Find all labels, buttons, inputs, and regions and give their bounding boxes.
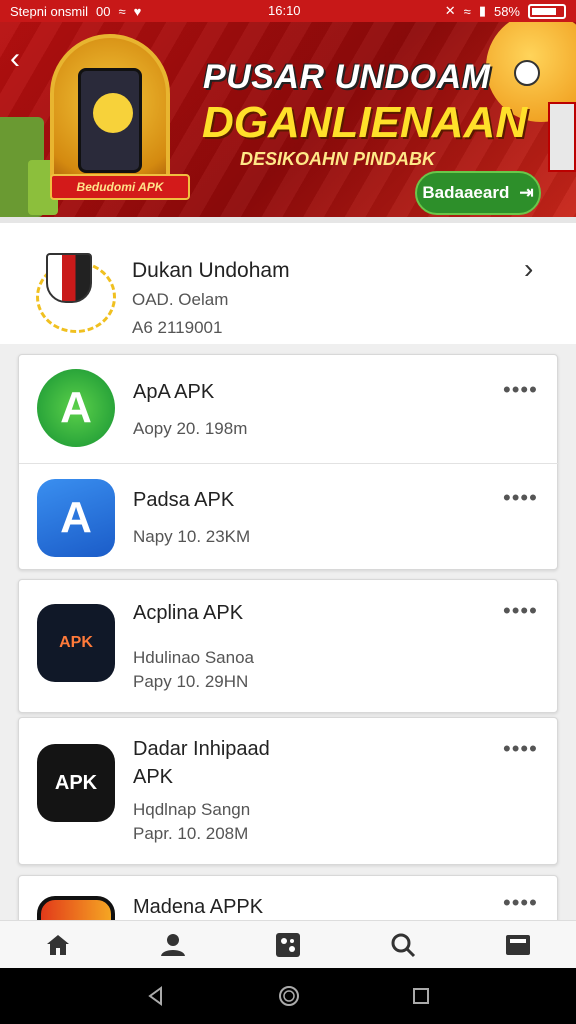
- featured-line-1: OAD. Oelam: [132, 290, 229, 309]
- more-options-icon[interactable]: ••••: [503, 892, 538, 914]
- orange-x-icon: APK: [37, 604, 115, 682]
- recents-icon[interactable]: [411, 986, 431, 1006]
- bluetooth-icon: ✕: [444, 3, 456, 18]
- list-item[interactable]: A ApA APK Aopy 20. 198m ••••: [19, 355, 559, 463]
- status-bar: Stepni onsmil 00 ≈ ♥ 16:10 ✕ ≈ ▮ 58%: [0, 0, 576, 22]
- system-nav: [0, 968, 576, 1024]
- wifi-icon: ≈: [118, 3, 126, 19]
- more-options-icon[interactable]: ••••: [503, 487, 538, 509]
- more-options-icon[interactable]: ••••: [503, 379, 538, 401]
- bottom-nav: [0, 920, 576, 968]
- list-item[interactable]: APK Acplina APK Hdulinao Sanoa Papy 10. …: [19, 580, 559, 714]
- home-icon: [46, 934, 69, 955]
- app-name: ApA APK: [133, 381, 215, 403]
- apps-icon: [276, 932, 300, 957]
- nav-search[interactable]: [346, 921, 461, 968]
- signal-icon: ≈: [463, 3, 471, 19]
- download-arrow-icon: ⇥: [519, 183, 534, 202]
- nav-apps[interactable]: [230, 921, 345, 968]
- back-icon[interactable]: [145, 985, 167, 1007]
- featured-line-2: A6 2119001: [132, 318, 223, 337]
- app-meta: Aopy 20. 198m: [133, 419, 248, 438]
- featured-title: Dukan Undoham: [132, 259, 290, 282]
- app-meta-2: Papr. 10. 208M: [133, 824, 249, 843]
- more-options-icon[interactable]: ••••: [503, 738, 538, 760]
- chevron-right-icon[interactable]: ›: [524, 253, 533, 285]
- status-time: 16:10: [268, 3, 301, 18]
- featured-item[interactable]: Dukan Undoham OAD. Oelam A6 2119001 ›: [0, 217, 576, 344]
- app-name: Dadar Inhipaad: [133, 738, 270, 760]
- home-button-icon[interactable]: [277, 984, 301, 1008]
- heart-icon: ♥: [133, 3, 142, 19]
- app-meta-2: Papy 10. 29HN: [133, 672, 249, 691]
- list-item[interactable]: APK Dadar Inhipaad APK Hqdlnap Sangn Pap…: [19, 718, 559, 866]
- battery-saver-icon: ▮: [478, 3, 486, 18]
- downloads-icon: [506, 934, 531, 955]
- blue-a-icon: A: [37, 479, 115, 557]
- app-meta: Hqdlnap Sangn: [133, 800, 251, 819]
- app-name: Madena APPK: [133, 896, 264, 918]
- app-card: A ApA APK Aopy 20. 198m •••• A Padsa APK…: [18, 354, 559, 571]
- featured-logo-icon: [36, 249, 116, 333]
- list-item[interactable]: Madena APPK ••••: [19, 876, 559, 920]
- banner-ribbon: Bedudomi APK: [50, 174, 190, 200]
- banner-subtitle: DESIKOAHN PINDABK: [240, 149, 436, 169]
- banner-title-2: DGANLIENAAN: [202, 98, 528, 147]
- battery-icon: [528, 3, 566, 19]
- banner-download-label: Badaaeard: [422, 183, 510, 202]
- red-app-icon: [37, 896, 115, 920]
- pen-apk-icon: APK: [37, 744, 115, 822]
- app-meta: Hdulinao Sanoa: [133, 648, 254, 667]
- app-name: Acplina APK: [133, 602, 244, 624]
- back-arrow-icon[interactable]: ‹: [10, 44, 20, 74]
- app-meta: Napy 10. 23KM: [133, 527, 251, 546]
- nav-downloads[interactable]: [461, 921, 576, 968]
- more-options-icon[interactable]: ••••: [503, 600, 538, 622]
- profile-icon: [160, 933, 185, 956]
- promo-banner[interactable]: Bedudomi APK ‹ PUSAR UNDOAM DGANLIENAAN …: [0, 22, 576, 217]
- app-card: APK Dadar Inhipaad APK Hqdlnap Sangn Pap…: [18, 717, 558, 865]
- app-list[interactable]: Dukan Undoham OAD. Oelam A6 2119001 › A …: [0, 217, 576, 920]
- box-art-right: [548, 102, 576, 172]
- list-item[interactable]: A Padsa APK Napy 10. 23KM ••••: [19, 463, 559, 571]
- app-name-2: APK: [133, 766, 174, 788]
- battery-percent: 58%: [493, 3, 520, 19]
- banner-title: PUSAR UNDOAM: [203, 58, 491, 96]
- nav-home[interactable]: [0, 921, 115, 968]
- app-card: APK Acplina APK Hdulinao Sanoa Papy 10. …: [18, 579, 558, 713]
- banner-download-button[interactable]: Badaaeard ⇥: [415, 171, 541, 215]
- app-name: Padsa APK: [133, 489, 235, 511]
- green-a-icon: A: [37, 369, 115, 447]
- search-icon: [391, 933, 416, 957]
- app-card: Madena APPK ••••: [18, 875, 558, 920]
- status-carrier: Stepni onsmil: [10, 3, 89, 19]
- status-extra: 00: [96, 3, 111, 19]
- nav-profile[interactable]: [115, 921, 230, 968]
